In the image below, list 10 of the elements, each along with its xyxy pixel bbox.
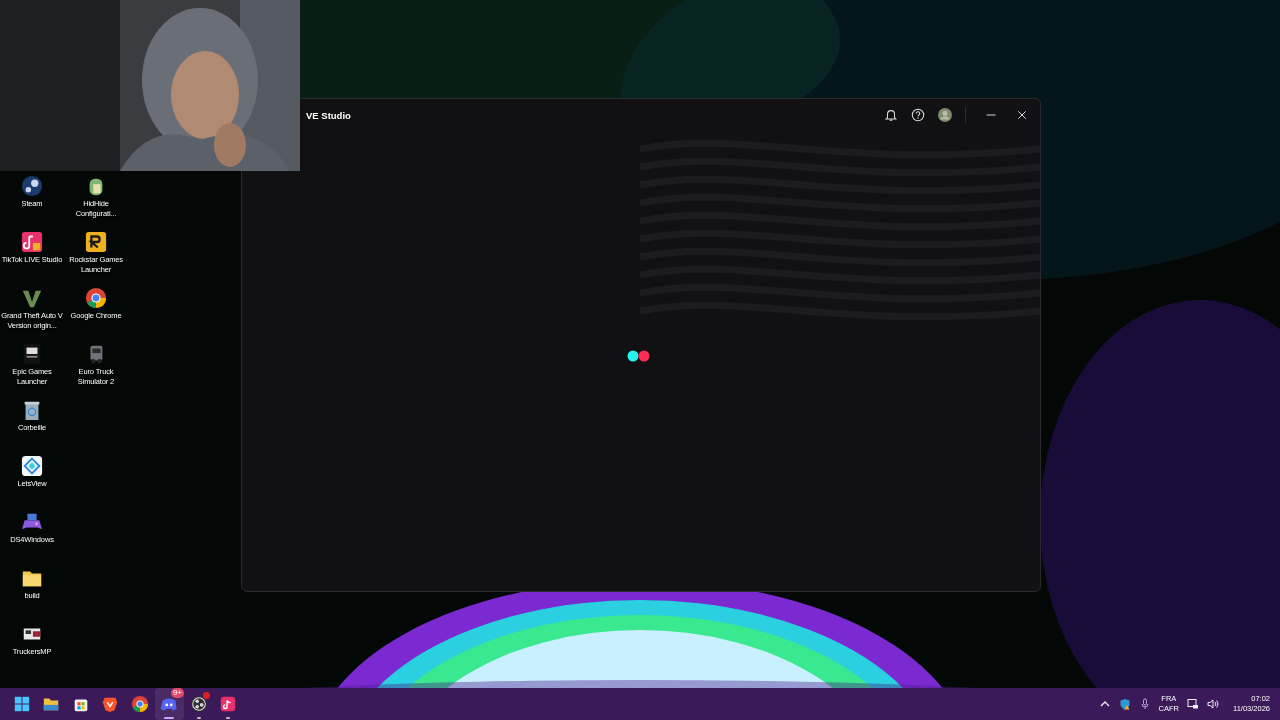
record-icon[interactable] — [189, 695, 208, 713]
network-icon[interactable] — [1187, 698, 1199, 710]
speaker-icon[interactable] — [1207, 698, 1219, 710]
taskbar-button[interactable]: 9+ — [154, 688, 184, 720]
start-icon[interactable] — [12, 695, 31, 713]
microphone-icon[interactable] — [1138, 698, 1151, 710]
browser-icon[interactable] — [130, 695, 149, 713]
app-icon[interactable] — [219, 695, 238, 713]
notification-badge: 9+ — [170, 688, 184, 698]
shield-icon[interactable] — [1118, 698, 1131, 710]
